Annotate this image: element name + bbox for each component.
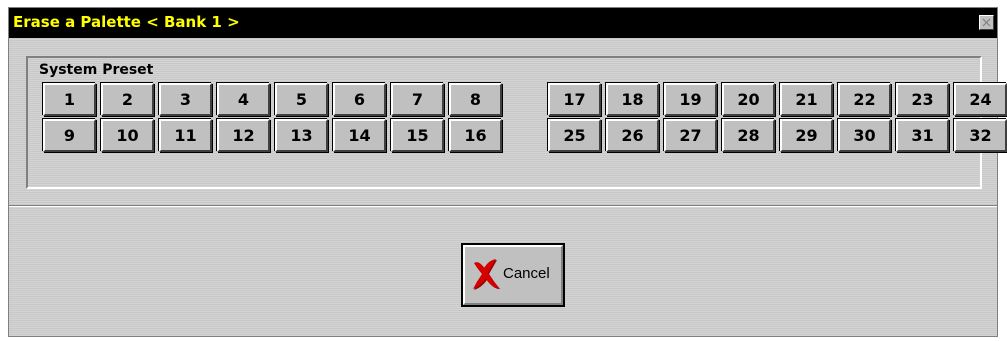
preset-button-11[interactable]: 11 [159, 119, 212, 152]
preset-button-6[interactable]: 6 [333, 83, 386, 116]
red-x-icon [473, 259, 500, 290]
preset-button-7[interactable]: 7 [391, 83, 444, 116]
preset-button-12[interactable]: 12 [217, 119, 270, 152]
erase-palette-dialog: Erase a Palette < Bank 1 > System Preset… [8, 7, 1007, 337]
preset-button-17[interactable]: 17 [548, 83, 601, 116]
preset-row-2-right: 25 26 27 28 29 30 31 32 [548, 119, 1007, 152]
preset-button-26[interactable]: 26 [606, 119, 659, 152]
preset-button-19[interactable]: 19 [664, 83, 717, 116]
preset-row-1-right: 17 18 19 20 21 22 23 24 [548, 83, 1007, 116]
preset-button-30[interactable]: 30 [838, 119, 891, 152]
window-title: Erase a Palette < Bank 1 > [13, 13, 240, 31]
preset-button-31[interactable]: 31 [896, 119, 949, 152]
preset-button-4[interactable]: 4 [217, 83, 270, 116]
preset-button-2[interactable]: 2 [101, 83, 154, 116]
preset-button-29[interactable]: 29 [780, 119, 833, 152]
preset-button-23[interactable]: 23 [896, 83, 949, 116]
close-icon [982, 18, 991, 27]
preset-button-21[interactable]: 21 [780, 83, 833, 116]
preset-row-1: 1 2 3 4 5 6 7 8 17 18 19 20 21 22 23 24 [43, 83, 1007, 116]
preset-button-3[interactable]: 3 [159, 83, 212, 116]
preset-button-27[interactable]: 27 [664, 119, 717, 152]
preset-row-2: 9 10 11 12 13 14 15 16 25 26 27 28 29 30… [43, 119, 1007, 152]
preset-button-32[interactable]: 32 [954, 119, 1007, 152]
preset-button-5[interactable]: 5 [275, 83, 328, 116]
preset-button-8[interactable]: 8 [449, 83, 502, 116]
preset-button-24[interactable]: 24 [954, 83, 1007, 116]
cancel-label: Cancel [503, 265, 550, 282]
preset-button-25[interactable]: 25 [548, 119, 601, 152]
preset-row-2-left: 9 10 11 12 13 14 15 16 [43, 119, 502, 152]
preset-button-13[interactable]: 13 [275, 119, 328, 152]
preset-button-9[interactable]: 9 [43, 119, 96, 152]
preset-button-1[interactable]: 1 [43, 83, 96, 116]
preset-button-15[interactable]: 15 [391, 119, 444, 152]
preset-button-22[interactable]: 22 [838, 83, 891, 116]
separator [9, 205, 997, 207]
title-bar[interactable]: Erase a Palette < Bank 1 > [9, 8, 997, 38]
system-preset-label: System Preset [39, 62, 154, 78]
preset-button-10[interactable]: 10 [101, 119, 154, 152]
system-preset-group: System Preset 1 2 3 4 5 6 7 8 17 18 19 2… [26, 56, 1007, 189]
preset-button-20[interactable]: 20 [722, 83, 775, 116]
preset-button-18[interactable]: 18 [606, 83, 659, 116]
preset-button-14[interactable]: 14 [333, 119, 386, 152]
preset-row-1-left: 1 2 3 4 5 6 7 8 [43, 83, 502, 116]
close-button[interactable] [979, 15, 994, 30]
cancel-button-face: Cancel [463, 245, 563, 305]
preset-button-16[interactable]: 16 [449, 119, 502, 152]
cancel-button[interactable]: Cancel [461, 243, 565, 307]
preset-button-28[interactable]: 28 [722, 119, 775, 152]
